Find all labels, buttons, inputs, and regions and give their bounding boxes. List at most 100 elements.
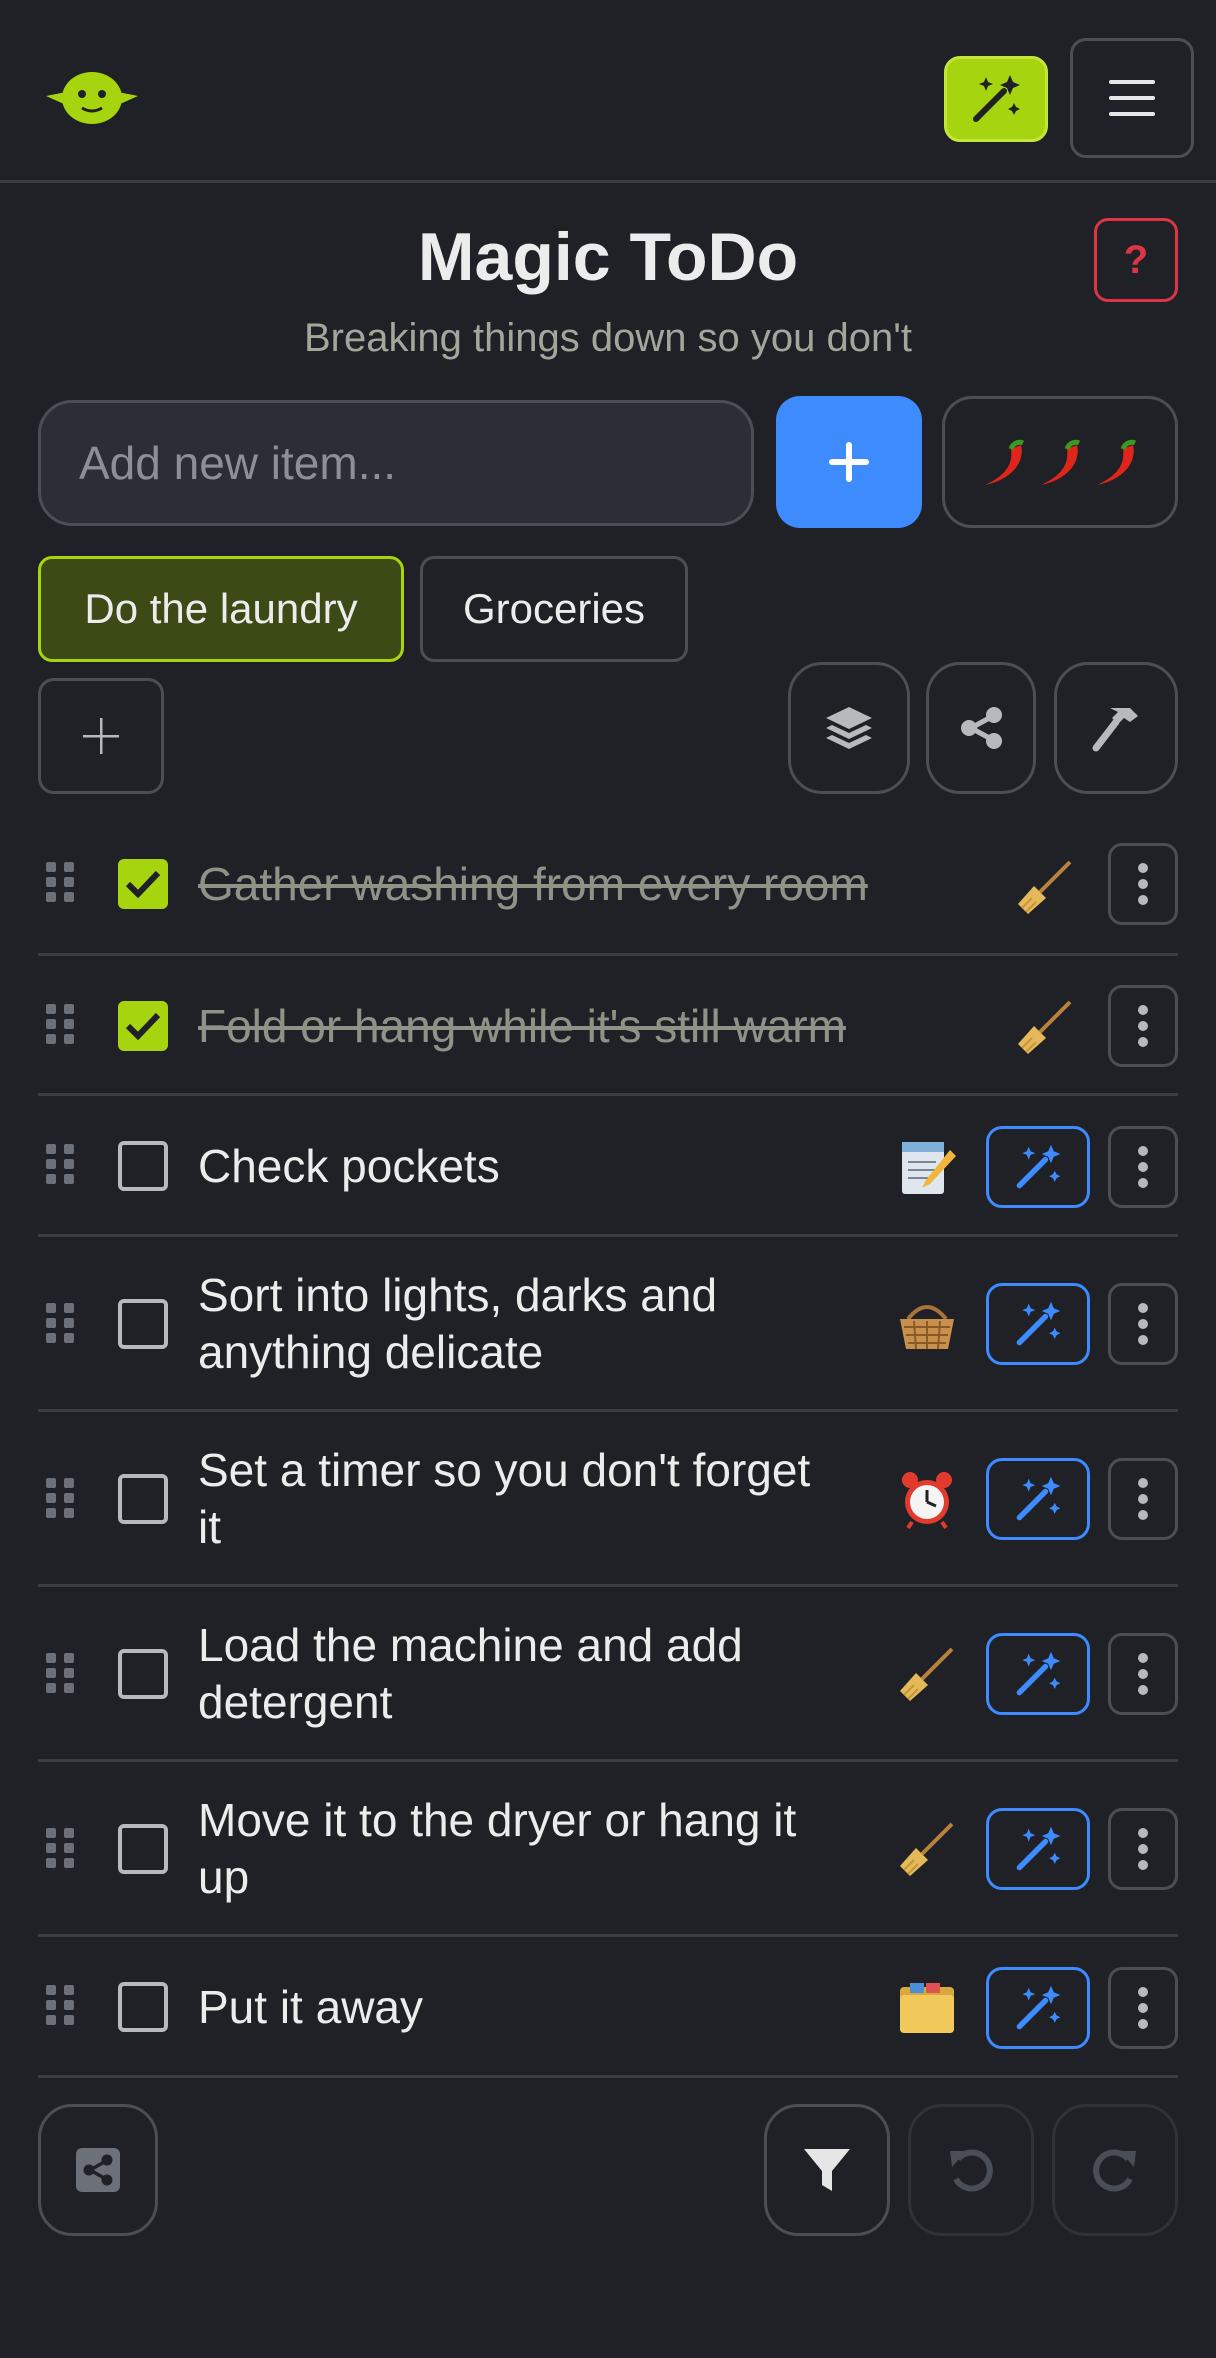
- item-checkbox[interactable]: [118, 1649, 168, 1699]
- item-checkbox[interactable]: [118, 1299, 168, 1349]
- item-text-line: Sort into lights, darks and: [198, 1269, 718, 1321]
- item-text[interactable]: Move it to the dryer or hang it up: [198, 1792, 796, 1906]
- undo-button[interactable]: [908, 2104, 1034, 2236]
- magic-breakdown-button[interactable]: [986, 1283, 1090, 1365]
- item-more-button[interactable]: [1108, 1458, 1178, 1540]
- item-checkbox[interactable]: [118, 859, 168, 909]
- filter-icon: [804, 2149, 850, 2191]
- todo-item: Put it away: [38, 1937, 1178, 2078]
- kebab-menu-icon: [1138, 1303, 1148, 1345]
- drag-handle-icon[interactable]: [44, 1142, 76, 1186]
- drag-handle-icon[interactable]: [44, 1983, 76, 2027]
- help-button[interactable]: ?: [1094, 218, 1178, 302]
- plus-icon: [829, 442, 869, 482]
- chili-pepper-icon: [1041, 439, 1081, 485]
- item-text[interactable]: Load the machine and add detergent: [198, 1617, 743, 1731]
- kebab-menu-icon: [1138, 1828, 1148, 1870]
- item-text[interactable]: Set a timer so you don't forget it: [198, 1442, 810, 1556]
- magic-wand-icon: [1016, 1301, 1061, 1346]
- add-list-button[interactable]: [38, 678, 164, 794]
- share-square-icon: [76, 2148, 120, 2192]
- broom-icon: [900, 1647, 954, 1701]
- item-text-line: Load the machine and add: [198, 1619, 743, 1671]
- menu-button[interactable]: [1070, 38, 1194, 158]
- item-more-button[interactable]: [1108, 1126, 1178, 1208]
- item-checkbox[interactable]: [118, 1141, 168, 1191]
- goblin-logo[interactable]: [44, 66, 140, 126]
- todo-item: Fold or hang while it's still warm: [38, 956, 1178, 1096]
- magic-wand-icon: [1016, 1144, 1061, 1189]
- tab-do-the-laundry[interactable]: Do the laundry: [38, 556, 404, 662]
- checkmark-icon: [125, 870, 161, 899]
- item-text-line: Move it to the dryer or hang it: [198, 1794, 797, 1846]
- drag-handle-icon[interactable]: [44, 1476, 76, 1520]
- chili-pepper-icon: [985, 439, 1025, 485]
- drag-handle-icon[interactable]: [44, 860, 76, 904]
- alarm-clock-icon: [902, 1472, 952, 1530]
- layers-button[interactable]: [788, 662, 910, 794]
- item-text-line: anything delicate: [198, 1326, 544, 1378]
- drag-handle-icon[interactable]: [44, 1002, 76, 1046]
- kebab-menu-icon: [1138, 1146, 1148, 1188]
- todo-item: Move it to the dryer or hang it up: [38, 1762, 1178, 1937]
- item-more-button[interactable]: [1108, 1967, 1178, 2049]
- navbar: [0, 0, 1216, 183]
- drag-handle-icon[interactable]: [44, 1826, 76, 1870]
- item-text[interactable]: Put it away: [198, 1979, 423, 2036]
- item-checkbox[interactable]: [118, 1474, 168, 1524]
- tab-groceries[interactable]: Groceries: [420, 556, 688, 662]
- share-button[interactable]: [926, 662, 1036, 794]
- magic-breakdown-button[interactable]: [986, 1126, 1090, 1208]
- item-checkbox[interactable]: [118, 1824, 168, 1874]
- tools-button[interactable]: [1054, 662, 1178, 794]
- drag-handle-icon[interactable]: [44, 1301, 76, 1345]
- add-item-button[interactable]: [776, 396, 922, 528]
- magic-wand-icon: [1016, 1985, 1061, 2030]
- item-text-line: it: [198, 1501, 221, 1553]
- todo-item: Gather washing from every room: [38, 812, 1178, 956]
- basket-icon: [900, 1305, 954, 1350]
- item-more-button[interactable]: [1108, 1808, 1178, 1890]
- item-more-button[interactable]: [1108, 985, 1178, 1067]
- magic-wand-icon: [973, 75, 1020, 122]
- magic-mode-button[interactable]: [944, 56, 1048, 142]
- item-text-line: Set a timer so you don't forget: [198, 1444, 811, 1496]
- magic-breakdown-button[interactable]: [986, 1967, 1090, 2049]
- redo-button[interactable]: [1052, 2104, 1178, 2236]
- todo-item: Sort into lights, darks and anything del…: [38, 1237, 1178, 1412]
- magic-breakdown-button[interactable]: [986, 1458, 1090, 1540]
- broom-icon: [1018, 1000, 1072, 1054]
- item-more-button[interactable]: [1108, 1283, 1178, 1365]
- new-item-input[interactable]: [38, 400, 754, 526]
- broom-icon: [1018, 860, 1072, 914]
- kebab-menu-icon: [1138, 1987, 1148, 2029]
- item-more-button[interactable]: [1108, 843, 1178, 925]
- magic-breakdown-button[interactable]: [986, 1808, 1090, 1890]
- export-button[interactable]: [38, 2104, 158, 2236]
- plus-icon: [83, 718, 119, 754]
- item-text[interactable]: Sort into lights, darks and anything del…: [198, 1267, 717, 1381]
- kebab-menu-icon: [1138, 1005, 1148, 1047]
- hammer-icon: [1092, 708, 1138, 752]
- filter-button[interactable]: [764, 2104, 890, 2236]
- share-icon: [961, 707, 1002, 749]
- item-text[interactable]: Gather washing from every room: [198, 856, 868, 913]
- layers-icon: [826, 707, 872, 749]
- spiciness-button[interactable]: [942, 396, 1178, 528]
- magic-wand-icon: [1016, 1476, 1061, 1521]
- todo-item: Set a timer so you don't forget it: [38, 1412, 1178, 1587]
- item-more-button[interactable]: [1108, 1633, 1178, 1715]
- item-text[interactable]: Fold or hang while it's still warm: [198, 998, 846, 1055]
- item-checkbox[interactable]: [118, 1982, 168, 2032]
- magic-wand-icon: [1016, 1826, 1061, 1871]
- magic-breakdown-button[interactable]: [986, 1633, 1090, 1715]
- drag-handle-icon[interactable]: [44, 1651, 76, 1695]
- chili-pepper-icon: [1097, 439, 1137, 485]
- memo-icon: [902, 1142, 956, 1194]
- undo-icon: [950, 2149, 993, 2192]
- redo-icon: [1093, 2149, 1136, 2192]
- magic-wand-icon: [1016, 1651, 1061, 1696]
- page-title: Magic ToDo: [417, 219, 799, 295]
- item-checkbox[interactable]: [118, 1001, 168, 1051]
- item-text[interactable]: Check pockets: [198, 1138, 500, 1195]
